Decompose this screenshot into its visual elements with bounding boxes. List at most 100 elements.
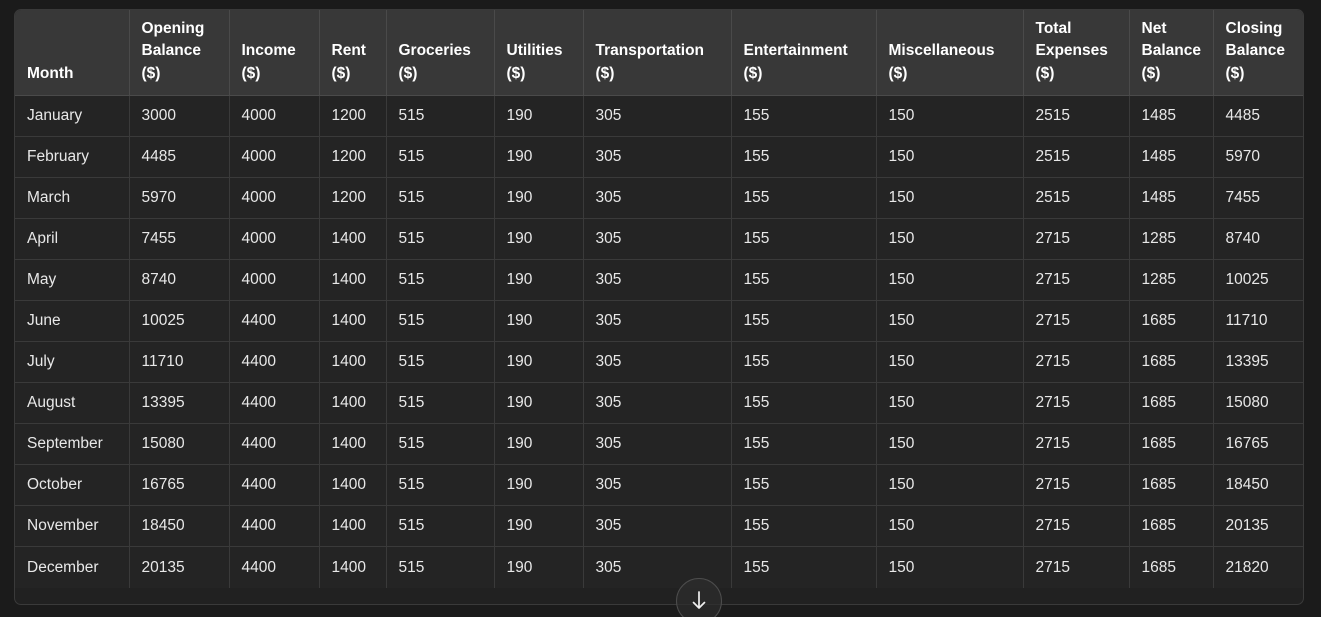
table-row[interactable]: April 7455 4000 1400 515 190 305 155 150 2715 1285… [15, 218, 1303, 261]
table-row[interactable]: July 11710 4400 1400 515 190 305 155 150 2715 1685… [15, 341, 1303, 384]
scroll-down-button[interactable] [676, 578, 722, 617]
cell-entertainment: 155 [731, 300, 877, 343]
cell-rent: 1200 [319, 95, 387, 138]
column-header-net-balance[interactable]: Net Balance ($) [1129, 10, 1214, 97]
cell-miscellaneous: 150 [876, 177, 1024, 220]
table-body: January 3000 4000 1200 515 190 305 155 150 2515 14… [15, 95, 1303, 588]
cell-rent: 1400 [319, 505, 387, 548]
column-header-closing-balance[interactable]: Closing Balance ($) [1213, 10, 1303, 97]
cell-utilities: 190 [494, 382, 584, 425]
cell-total-expenses: 2715 [1023, 505, 1130, 548]
cell-closing-balance: 15080 [1213, 382, 1303, 425]
cell-total-expenses: 2715 [1023, 300, 1130, 343]
app-root: Month Opening Balance ($) Income ($) Ren… [0, 0, 1321, 617]
budget-table-container[interactable]: Month Opening Balance ($) Income ($) Ren… [14, 9, 1304, 605]
table-header: Month Opening Balance ($) Income ($) Ren… [15, 10, 1303, 97]
table-row[interactable]: June 10025 4400 1400 515 190 305 155 150 2715 1685… [15, 300, 1303, 343]
cell-entertainment: 155 [731, 505, 877, 548]
column-header-total-expenses[interactable]: Total Expenses ($) [1023, 10, 1130, 97]
cell-closing-balance: 7455 [1213, 177, 1303, 220]
cell-total-expenses: 2515 [1023, 95, 1130, 138]
cell-groceries: 515 [386, 177, 495, 220]
cell-opening-balance: 4485 [129, 136, 230, 179]
table-row[interactable]: March 5970 4000 1200 515 190 305 155 150 2515 1485… [15, 177, 1303, 220]
cell-month: May [15, 259, 130, 302]
cell-closing-balance: 20135 [1213, 505, 1303, 548]
cell-entertainment: 155 [731, 136, 877, 179]
cell-month: April [15, 218, 130, 261]
table-row[interactable]: December 20135 4400 1400 515 190 305 155 150 2715… [15, 546, 1303, 588]
cell-rent: 1400 [319, 546, 387, 588]
cell-income: 4400 [229, 464, 320, 507]
cell-closing-balance: 18450 [1213, 464, 1303, 507]
cell-net-balance: 1685 [1129, 546, 1214, 588]
cell-groceries: 515 [386, 95, 495, 138]
column-header-rent[interactable]: Rent ($) [319, 10, 387, 97]
cell-closing-balance: 8740 [1213, 218, 1303, 261]
table-header-row: Month Opening Balance ($) Income ($) Ren… [15, 10, 1303, 97]
cell-opening-balance: 15080 [129, 423, 230, 466]
cell-transportation: 305 [583, 382, 732, 425]
cell-groceries: 515 [386, 505, 495, 548]
column-header-income[interactable]: Income ($) [229, 10, 320, 97]
cell-closing-balance: 11710 [1213, 300, 1303, 343]
cell-rent: 1400 [319, 300, 387, 343]
cell-income: 4400 [229, 300, 320, 343]
cell-total-expenses: 2715 [1023, 423, 1130, 466]
table-row[interactable]: November 18450 4400 1400 515 190 305 155 150 2715… [15, 505, 1303, 548]
table-row[interactable]: August 13395 4400 1400 515 190 305 155 150 2715 16… [15, 382, 1303, 425]
cell-rent: 1400 [319, 341, 387, 384]
column-header-entertainment[interactable]: Entertainment ($) [731, 10, 877, 97]
cell-groceries: 515 [386, 464, 495, 507]
cell-total-expenses: 2715 [1023, 341, 1130, 384]
cell-transportation: 305 [583, 259, 732, 302]
cell-entertainment: 155 [731, 259, 877, 302]
cell-total-expenses: 2515 [1023, 136, 1130, 179]
cell-net-balance: 1685 [1129, 464, 1214, 507]
cell-transportation: 305 [583, 136, 732, 179]
table-row[interactable]: October 16765 4400 1400 515 190 305 155 150 2715 1… [15, 464, 1303, 507]
cell-month: August [15, 382, 130, 425]
column-header-miscellaneous[interactable]: Miscellaneous ($) [876, 10, 1024, 97]
cell-miscellaneous: 150 [876, 464, 1024, 507]
table-row[interactable]: January 3000 4000 1200 515 190 305 155 150 2515 14… [15, 95, 1303, 138]
table-row[interactable]: September 15080 4400 1400 515 190 305 155 150 271… [15, 423, 1303, 466]
cell-month: June [15, 300, 130, 343]
cell-month: December [15, 546, 130, 588]
cell-rent: 1400 [319, 464, 387, 507]
column-header-utilities[interactable]: Utilities ($) [494, 10, 584, 97]
cell-entertainment: 155 [731, 423, 877, 466]
cell-utilities: 190 [494, 300, 584, 343]
table-row[interactable]: February 4485 4000 1200 515 190 305 155 150 2515 1… [15, 136, 1303, 179]
cell-opening-balance: 16765 [129, 464, 230, 507]
cell-rent: 1400 [319, 382, 387, 425]
column-header-groceries[interactable]: Groceries ($) [386, 10, 495, 97]
cell-month: October [15, 464, 130, 507]
cell-closing-balance: 5970 [1213, 136, 1303, 179]
cell-net-balance: 1685 [1129, 300, 1214, 343]
table-row[interactable]: May 8740 4000 1400 515 190 305 155 150 2715 1285 10… [15, 259, 1303, 302]
column-header-opening-balance[interactable]: Opening Balance ($) [129, 10, 230, 97]
cell-closing-balance: 21820 [1213, 546, 1303, 588]
cell-month: January [15, 95, 130, 138]
cell-groceries: 515 [386, 218, 495, 261]
cell-transportation: 305 [583, 218, 732, 261]
cell-closing-balance: 4485 [1213, 95, 1303, 138]
cell-utilities: 190 [494, 177, 584, 220]
column-header-month[interactable]: Month [15, 10, 130, 97]
column-header-transportation[interactable]: Transportation ($) [583, 10, 732, 97]
cell-miscellaneous: 150 [876, 95, 1024, 138]
cell-net-balance: 1485 [1129, 136, 1214, 179]
cell-month: February [15, 136, 130, 179]
cell-rent: 1400 [319, 218, 387, 261]
cell-net-balance: 1685 [1129, 423, 1214, 466]
cell-entertainment: 155 [731, 546, 877, 588]
cell-entertainment: 155 [731, 95, 877, 138]
cell-rent: 1400 [319, 259, 387, 302]
cell-entertainment: 155 [731, 177, 877, 220]
cell-opening-balance: 10025 [129, 300, 230, 343]
cell-miscellaneous: 150 [876, 218, 1024, 261]
cell-miscellaneous: 150 [876, 300, 1024, 343]
cell-utilities: 190 [494, 464, 584, 507]
cell-miscellaneous: 150 [876, 136, 1024, 179]
